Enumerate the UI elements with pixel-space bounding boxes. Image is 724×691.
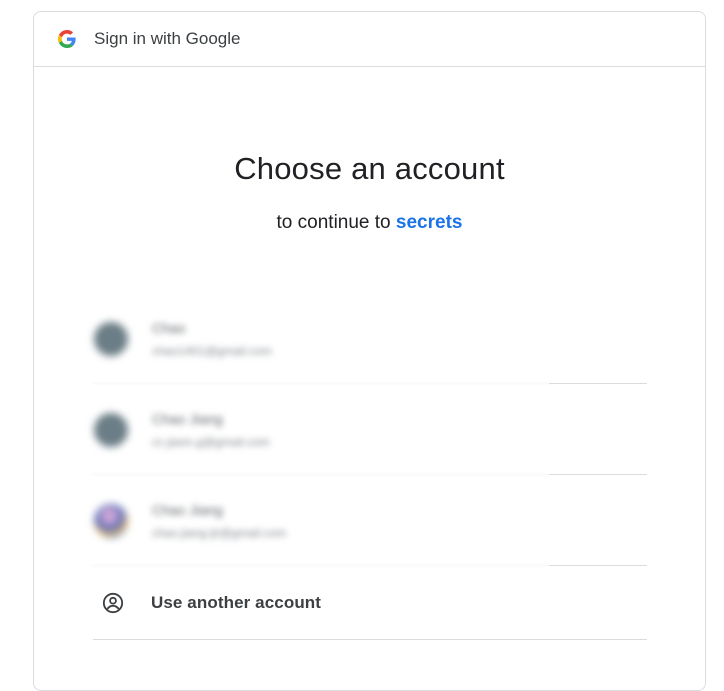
subtitle-prefix: to continue to (276, 212, 391, 233)
use-another-account-label: Use another account (151, 592, 322, 612)
account-circle-icon (102, 592, 124, 614)
app-name-link[interactable]: secrets (396, 212, 463, 233)
account-email: cc.jiaon.g@gmail.com (152, 434, 270, 449)
page-title: Choose an account (234, 151, 505, 186)
account-item[interactable]: Chao chao1401@gmail.com (93, 293, 647, 384)
account-name: Chao Jiang (152, 410, 223, 427)
account-item[interactable]: Chao Jiang cc.jiaon.g@gmail.com (93, 384, 647, 475)
google-g-icon (58, 30, 76, 48)
sign-in-card: Sign in with Google Choose an account to… (33, 11, 706, 691)
account-list: Chao chao1401@gmail.com Chao Jiang cc.ji… (93, 293, 647, 640)
card-header: Sign in with Google (34, 12, 705, 67)
subtitle: to continue to secrets (34, 212, 705, 234)
account-name: Chao (152, 319, 186, 336)
avatar (94, 321, 128, 356)
account-item[interactable]: Chao Jiang chao.jiang.ljr@gmail.com (93, 475, 647, 566)
avatar (94, 412, 128, 447)
use-another-account-button[interactable]: Use another account (93, 566, 647, 640)
header-title: Sign in with Google (94, 29, 241, 48)
account-email: chao.jiang.ljr@gmail.com (152, 525, 287, 540)
avatar (94, 503, 128, 538)
account-name: Chao Jiang (152, 501, 223, 518)
account-email: chao1401@gmail.com (152, 343, 272, 358)
